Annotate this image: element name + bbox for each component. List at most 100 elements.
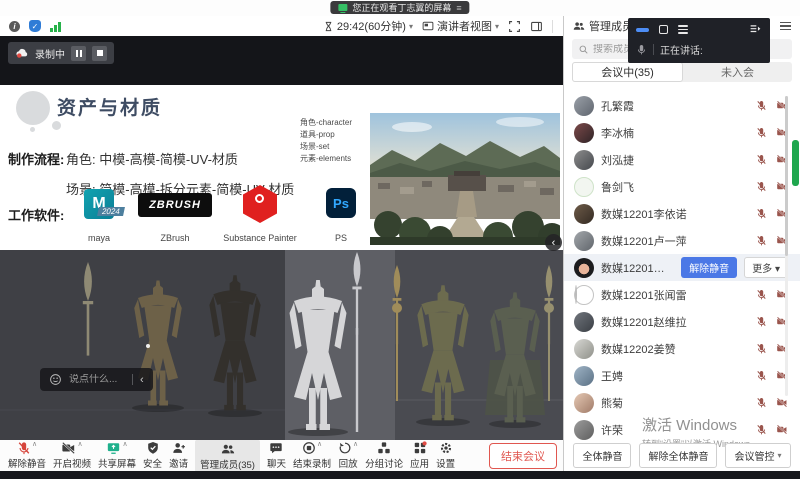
manage-members-button[interactable]: 管理成员(35) bbox=[195, 440, 260, 472]
substance-label: Substance Painter bbox=[215, 233, 305, 243]
maximize-icon[interactable] bbox=[659, 25, 668, 34]
os-top-bar: 您正在观看丁志翼的屏幕 ≡ bbox=[0, 0, 800, 16]
avatar bbox=[574, 312, 594, 332]
minimize-icon[interactable] bbox=[636, 28, 649, 32]
member-row[interactable]: 孔繁霞 bbox=[564, 92, 800, 119]
pause-recording-button[interactable] bbox=[71, 46, 86, 61]
breakout-rooms-button[interactable]: 分组讨论 bbox=[365, 441, 403, 470]
mic-muted-icon[interactable] bbox=[756, 208, 767, 219]
camera-off-icon[interactable] bbox=[776, 397, 788, 408]
playback-button[interactable]: ∧ 回放 bbox=[338, 441, 358, 470]
member-scrollbar-thumb[interactable] bbox=[785, 96, 788, 256]
member-row[interactable]: 鲁剑飞 bbox=[564, 173, 800, 200]
member-row[interactable]: 数媒12201赵维拉 bbox=[564, 308, 800, 335]
avatar bbox=[574, 420, 594, 440]
apps-button[interactable]: 应用 bbox=[410, 441, 429, 470]
chat-button[interactable]: 聊天 bbox=[267, 441, 286, 470]
emoji-icon[interactable] bbox=[49, 373, 62, 386]
settings-button[interactable]: 设置 bbox=[436, 441, 455, 470]
invite-button[interactable]: 邀请 bbox=[169, 441, 188, 470]
aerial-town-photo bbox=[370, 113, 560, 245]
3d-character-models-image bbox=[0, 250, 563, 440]
member-row-highlighted[interactable]: 数媒12201魏延光 解除静音 更多 ▾ bbox=[564, 254, 800, 281]
mic-muted-icon[interactable] bbox=[756, 289, 767, 300]
chat-collapse-icon[interactable]: ‹ bbox=[140, 374, 144, 386]
recording-bar: 录制中 bbox=[8, 42, 114, 64]
tab-not-joined[interactable]: 未入会 bbox=[683, 62, 792, 82]
stop-record-icon bbox=[302, 441, 316, 455]
stop-record-button[interactable]: ∧ 结束录制 bbox=[293, 441, 331, 470]
shield-icon bbox=[146, 441, 160, 455]
chat-overlay: ‹ bbox=[40, 368, 153, 391]
panel-title: 管理成员 bbox=[589, 18, 633, 34]
share-screen-icon bbox=[106, 441, 121, 455]
watching-banner[interactable]: 您正在观看丁志翼的屏幕 ≡ bbox=[330, 1, 469, 14]
mic-muted-icon[interactable] bbox=[756, 316, 767, 327]
menu-icon[interactable] bbox=[678, 25, 688, 34]
mic-muted-icon[interactable] bbox=[756, 424, 767, 435]
security-shield-icon[interactable]: ✓ bbox=[29, 20, 41, 32]
mic-muted-icon[interactable] bbox=[756, 154, 767, 165]
avatar bbox=[574, 204, 594, 224]
mic-muted-icon[interactable] bbox=[756, 235, 767, 246]
view-mode-selector[interactable]: 演讲者视图▾ bbox=[422, 18, 499, 34]
start-video-button[interactable]: ∧ 开启视频 bbox=[53, 441, 91, 470]
meeting-timer[interactable]: 29:42(60分钟)▾ bbox=[323, 18, 413, 34]
speaking-jump-indicator[interactable] bbox=[792, 140, 799, 186]
camera-off-icon[interactable] bbox=[776, 424, 788, 435]
network-signal-icon bbox=[50, 21, 61, 32]
avatar bbox=[574, 123, 594, 143]
avatar bbox=[574, 231, 594, 251]
members-icon bbox=[573, 20, 585, 32]
process-label: 制作流程: bbox=[8, 149, 64, 168]
mic-muted-icon[interactable] bbox=[756, 370, 767, 381]
avatar bbox=[574, 177, 594, 197]
meeting-control-button[interactable]: 会议管控▾ bbox=[725, 443, 790, 468]
info-icon[interactable]: i bbox=[9, 21, 20, 32]
member-row[interactable]: 熊菊 bbox=[564, 389, 800, 416]
stop-recording-button[interactable] bbox=[92, 46, 107, 61]
avatar bbox=[574, 258, 594, 278]
sidebar-toggle-icon[interactable] bbox=[530, 20, 543, 33]
mic-muted-icon bbox=[17, 441, 31, 455]
member-row[interactable]: 刘泓捷 bbox=[564, 146, 800, 173]
banner-menu-icon[interactable]: ≡ bbox=[456, 3, 461, 13]
member-row[interactable]: 数媒12201张闻雷 bbox=[564, 281, 800, 308]
zbrush-logo: ZBRUSH bbox=[138, 193, 212, 217]
mute-all-button[interactable]: 全体静音 bbox=[573, 443, 631, 468]
mic-muted-icon[interactable] bbox=[756, 343, 767, 354]
member-row[interactable]: 王娉 bbox=[564, 362, 800, 389]
mic-muted-icon[interactable] bbox=[756, 181, 767, 192]
gear-icon bbox=[439, 441, 453, 455]
member-row[interactable]: 数媒12201李依诺 bbox=[564, 200, 800, 227]
stage-collapse-button[interactable]: ‹ bbox=[545, 234, 562, 251]
slide-deco-circle bbox=[52, 121, 61, 130]
speaking-label: 正在讲话: bbox=[660, 42, 703, 57]
mic-muted-icon[interactable] bbox=[756, 100, 767, 111]
unmute-toolbar-button[interactable]: ∧ 解除静音 bbox=[8, 441, 46, 470]
tab-in-meeting[interactable]: 会议中(35) bbox=[572, 62, 683, 82]
end-meeting-button[interactable]: 结束会议 bbox=[489, 443, 557, 469]
avatar bbox=[574, 150, 594, 170]
invite-person-icon bbox=[172, 441, 186, 455]
member-row[interactable]: 数媒12201卢一萍 bbox=[564, 227, 800, 254]
unmute-all-button[interactable]: 解除全体静音 bbox=[639, 443, 717, 468]
member-row[interactable]: 数媒12202姜赞 bbox=[564, 335, 800, 362]
avatar bbox=[574, 96, 594, 116]
cloud-record-icon bbox=[15, 47, 29, 59]
panel-menu-icon[interactable] bbox=[780, 22, 791, 31]
more-button[interactable]: 更多 ▾ bbox=[744, 257, 788, 278]
member-row[interactable]: 李冰楠 bbox=[564, 119, 800, 146]
collapse-panel-icon[interactable] bbox=[749, 23, 762, 36]
activate-windows-watermark: 激活 Windows bbox=[642, 414, 737, 435]
chat-input[interactable] bbox=[69, 374, 125, 385]
mic-muted-icon[interactable] bbox=[756, 127, 767, 138]
mic-muted-icon[interactable] bbox=[756, 397, 767, 408]
fullscreen-icon[interactable] bbox=[508, 20, 521, 33]
panel-footer: 全体静音 解除全体静音 会议管控▾ bbox=[564, 443, 800, 468]
security-button[interactable]: 安全 bbox=[143, 441, 162, 470]
unmute-button[interactable]: 解除静音 bbox=[681, 257, 737, 278]
member-list: 孔繁霞 李冰楠 刘泓捷 鲁剑飞 数媒12201李依诺 数媒12201卢一萍 数媒… bbox=[564, 92, 800, 443]
shared-screen-stage: 录制中 资产与材质 角色-character道具-prop 场景-set元素-e… bbox=[0, 36, 563, 440]
share-screen-button[interactable]: ∧ 共享屏幕 bbox=[98, 441, 136, 470]
